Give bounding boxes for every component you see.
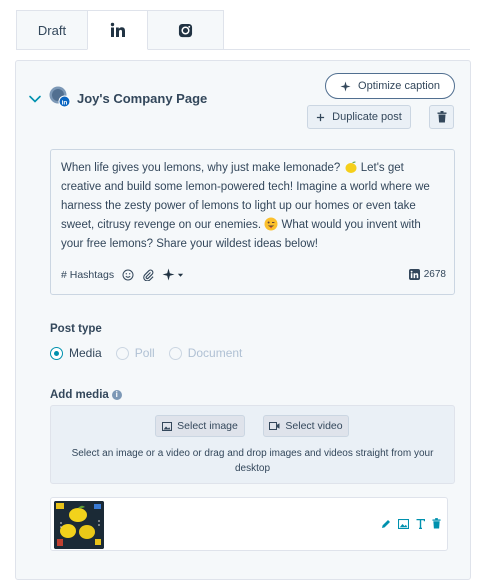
- radio-empty-icon: [115, 346, 129, 360]
- trash-icon: [432, 518, 441, 529]
- image-thumbnail[interactable]: [54, 501, 104, 549]
- add-media-heading: Add media i: [50, 389, 122, 401]
- attach-button[interactable]: [142, 269, 154, 281]
- select-image-button[interactable]: Select image: [155, 415, 245, 437]
- caption-editor[interactable]: When life gives you lemons, why just mak…: [50, 149, 455, 295]
- media-dropzone[interactable]: Select image Select video Select an imag…: [50, 405, 455, 484]
- post-type-poll-label: Poll: [134, 346, 155, 360]
- instagram-icon: [178, 23, 193, 37]
- lemons-image: [54, 501, 104, 549]
- image-icon: [398, 518, 409, 529]
- post-type-media-label: Media: [69, 346, 102, 360]
- post-type-poll-radio[interactable]: Poll: [115, 346, 155, 360]
- hashtags-button[interactable]: # Hashtags: [61, 269, 114, 281]
- info-icon[interactable]: i: [111, 389, 122, 400]
- avatar: in: [49, 86, 71, 108]
- remove-image-button[interactable]: [432, 518, 441, 529]
- tab-draft-label: Draft: [37, 22, 67, 38]
- edit-button[interactable]: [381, 519, 391, 529]
- radio-selected-icon: [50, 346, 63, 360]
- lemon-emoji-icon: [345, 161, 357, 173]
- image-icon: [162, 421, 173, 431]
- caption-text[interactable]: When life gives you lemons, why just mak…: [61, 159, 444, 254]
- duplicate-post-label: Duplicate post: [332, 111, 402, 123]
- optimize-caption-label: Optimize caption: [358, 80, 440, 92]
- add-media-heading-text: Add media: [50, 389, 109, 401]
- linkedin-icon: [110, 22, 125, 37]
- delete-post-button[interactable]: [429, 105, 454, 129]
- sparkle-icon: [340, 80, 351, 92]
- post-type-document-label: Document: [187, 346, 243, 360]
- channel-tabs: Draft: [16, 10, 470, 50]
- character-count: 2678: [408, 269, 446, 280]
- page-name: Joy's Company Page: [77, 91, 208, 106]
- optimize-caption-button[interactable]: Optimize caption: [325, 73, 455, 99]
- plus-icon: [317, 113, 325, 121]
- chevron-down-icon[interactable]: [28, 92, 42, 106]
- post-type-document-radio[interactable]: Document: [168, 346, 243, 360]
- winking-face-emoji-icon: [264, 217, 278, 231]
- post-type-options: Media Poll Document: [50, 346, 256, 360]
- post-type-heading: Post type: [50, 323, 102, 335]
- ai-assist-button[interactable]: [162, 268, 184, 281]
- media-hint: Select an image or a video or drag and d…: [71, 448, 434, 474]
- emoji-picker-button[interactable]: [122, 269, 134, 281]
- select-video-button[interactable]: Select video: [263, 415, 349, 437]
- caption-text-part-1: When life gives you lemons, why just mak…: [61, 162, 341, 174]
- trash-icon: [437, 111, 446, 123]
- attached-media-item: [50, 497, 448, 551]
- pencil-icon: [382, 519, 390, 528]
- radio-empty-icon: [168, 346, 182, 360]
- editor-toolbar: # Hashtags: [61, 268, 184, 281]
- caret-down-icon: [178, 273, 184, 277]
- linkedin-icon: [408, 269, 420, 280]
- attachment-actions: [381, 518, 441, 529]
- paperclip-icon: [143, 269, 154, 281]
- select-image-label: Select image: [177, 420, 238, 432]
- video-icon: [269, 422, 280, 430]
- post-type-media-radio[interactable]: Media: [50, 346, 102, 360]
- alt-text-button[interactable]: [416, 518, 425, 529]
- tab-draft[interactable]: Draft: [16, 10, 88, 50]
- tab-instagram[interactable]: [147, 10, 224, 50]
- text-icon: [416, 518, 425, 529]
- tab-linkedin[interactable]: [87, 10, 148, 50]
- character-count-value: 2678: [423, 269, 446, 280]
- svg-text:in: in: [62, 99, 68, 106]
- smiley-icon: [122, 269, 134, 280]
- sparkle-icon: [162, 268, 175, 281]
- duplicate-post-button[interactable]: Duplicate post: [307, 105, 411, 129]
- replace-image-button[interactable]: [398, 518, 409, 529]
- select-video-label: Select video: [285, 420, 343, 432]
